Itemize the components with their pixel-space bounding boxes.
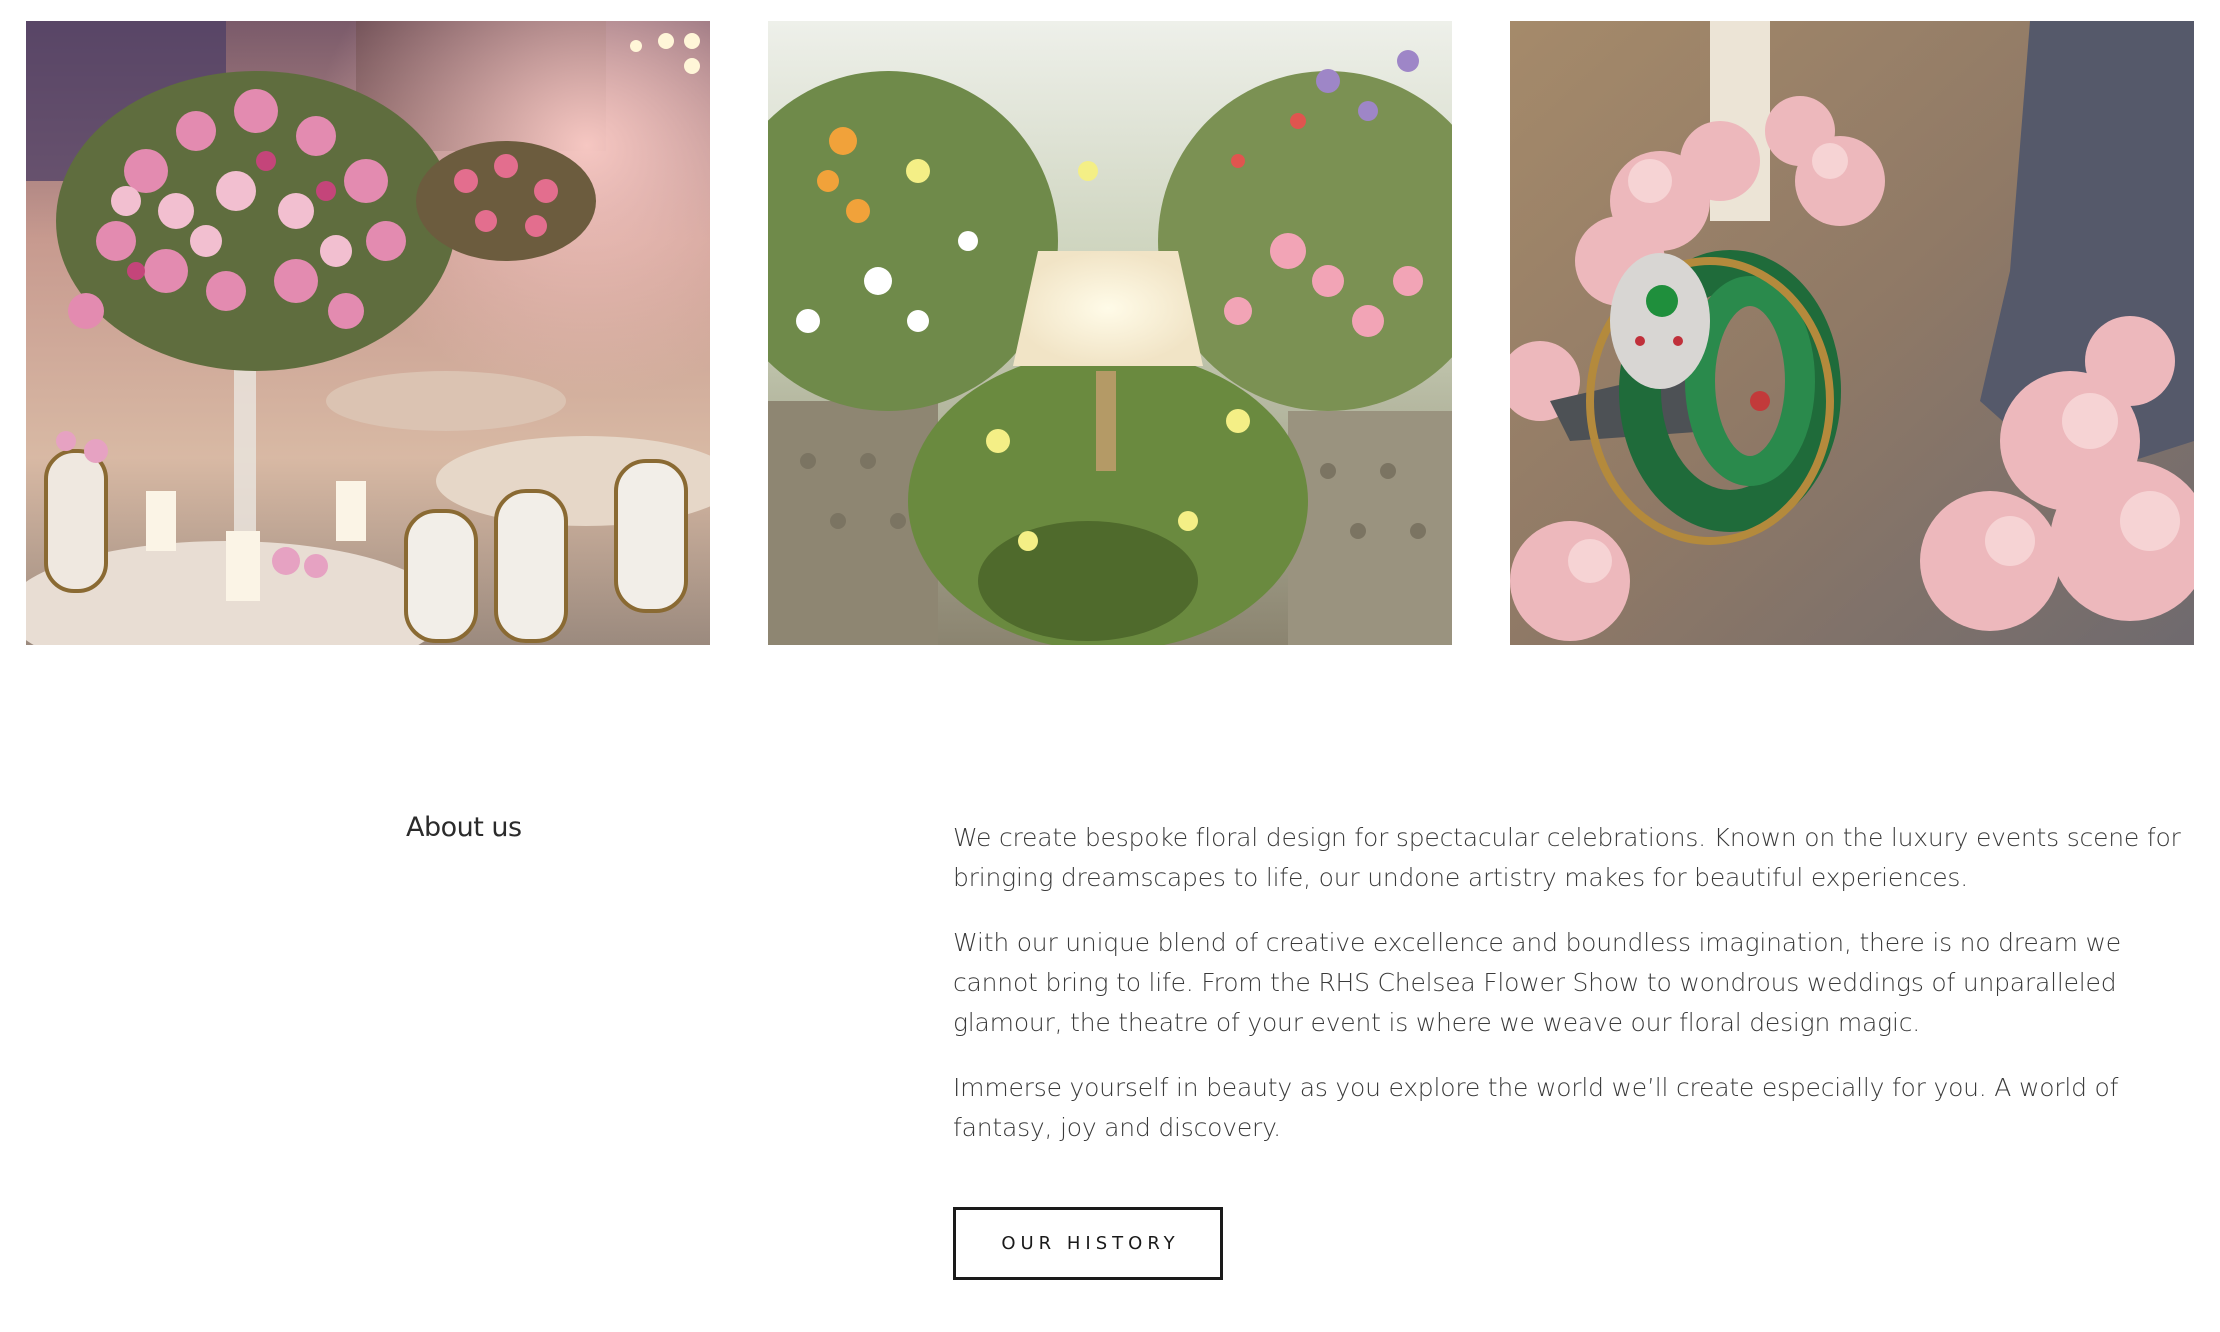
centerpiece-photo: [26, 21, 710, 645]
about-heading: About us: [406, 812, 522, 843]
gallery-image-lamp-installation[interactable]: [768, 21, 1452, 645]
gallery-image-snake-jewellery[interactable]: [1510, 21, 2194, 645]
about-body: We create bespoke floral design for spec…: [953, 818, 2208, 1173]
about-paragraph: With our unique blend of creative excell…: [953, 928, 2121, 1037]
about-paragraph: Immerse yourself in beauty as you explor…: [953, 1073, 2119, 1142]
gallery-image-centerpiece[interactable]: [26, 21, 710, 645]
lamp-installation-photo: [768, 21, 1452, 645]
about-paragraph: We create bespoke floral design for spec…: [953, 823, 2181, 892]
snake-jewellery-photo: [1510, 21, 2194, 645]
our-history-button[interactable]: OUR HISTORY: [953, 1207, 1223, 1280]
